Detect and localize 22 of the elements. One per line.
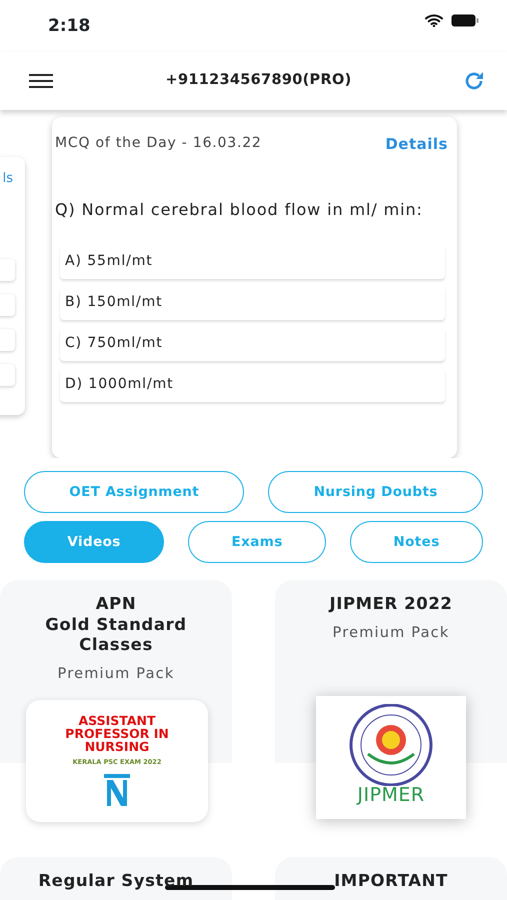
battery-icon xyxy=(451,14,479,27)
course-card[interactable]: JIPMER 2022 Premium Pack JIPMER xyxy=(275,580,507,822)
status-time: 2:18 xyxy=(48,15,90,38)
course-title: APN Gold Standard Classes xyxy=(44,594,188,656)
course-card[interactable]: IMPORTANT xyxy=(275,856,507,900)
course-title: IMPORTANT xyxy=(333,870,449,892)
refresh-icon[interactable] xyxy=(463,70,485,92)
question-text: Q) Normal cerebral blood flow in ml/ min: xyxy=(55,200,424,219)
course-title: JIPMER 2022 xyxy=(328,594,454,615)
header-title: +911234567890(PRO) xyxy=(166,71,352,90)
course-subtitle: Premium Pack xyxy=(332,624,450,643)
answer-option[interactable]: D) 1000ml/mt xyxy=(60,368,445,402)
answer-option[interactable]: B) 150ml/mt xyxy=(60,286,445,320)
menu-icon[interactable] xyxy=(28,73,54,89)
answer-option[interactable]: C) 750ml/mt xyxy=(60,326,445,361)
logo-icon xyxy=(104,774,130,808)
course-subtitle: Premium Pack xyxy=(56,664,176,684)
wifi-icon xyxy=(425,14,443,27)
logo-caption: JIPMER xyxy=(355,786,426,806)
answer-option[interactable]: A) 55ml/mt xyxy=(60,244,445,279)
poster-heading: ASSISTANT PROFESSOR IN NURSING xyxy=(64,714,170,753)
mcq-title: MCQ of the Day - 16.03.22 xyxy=(55,134,262,153)
